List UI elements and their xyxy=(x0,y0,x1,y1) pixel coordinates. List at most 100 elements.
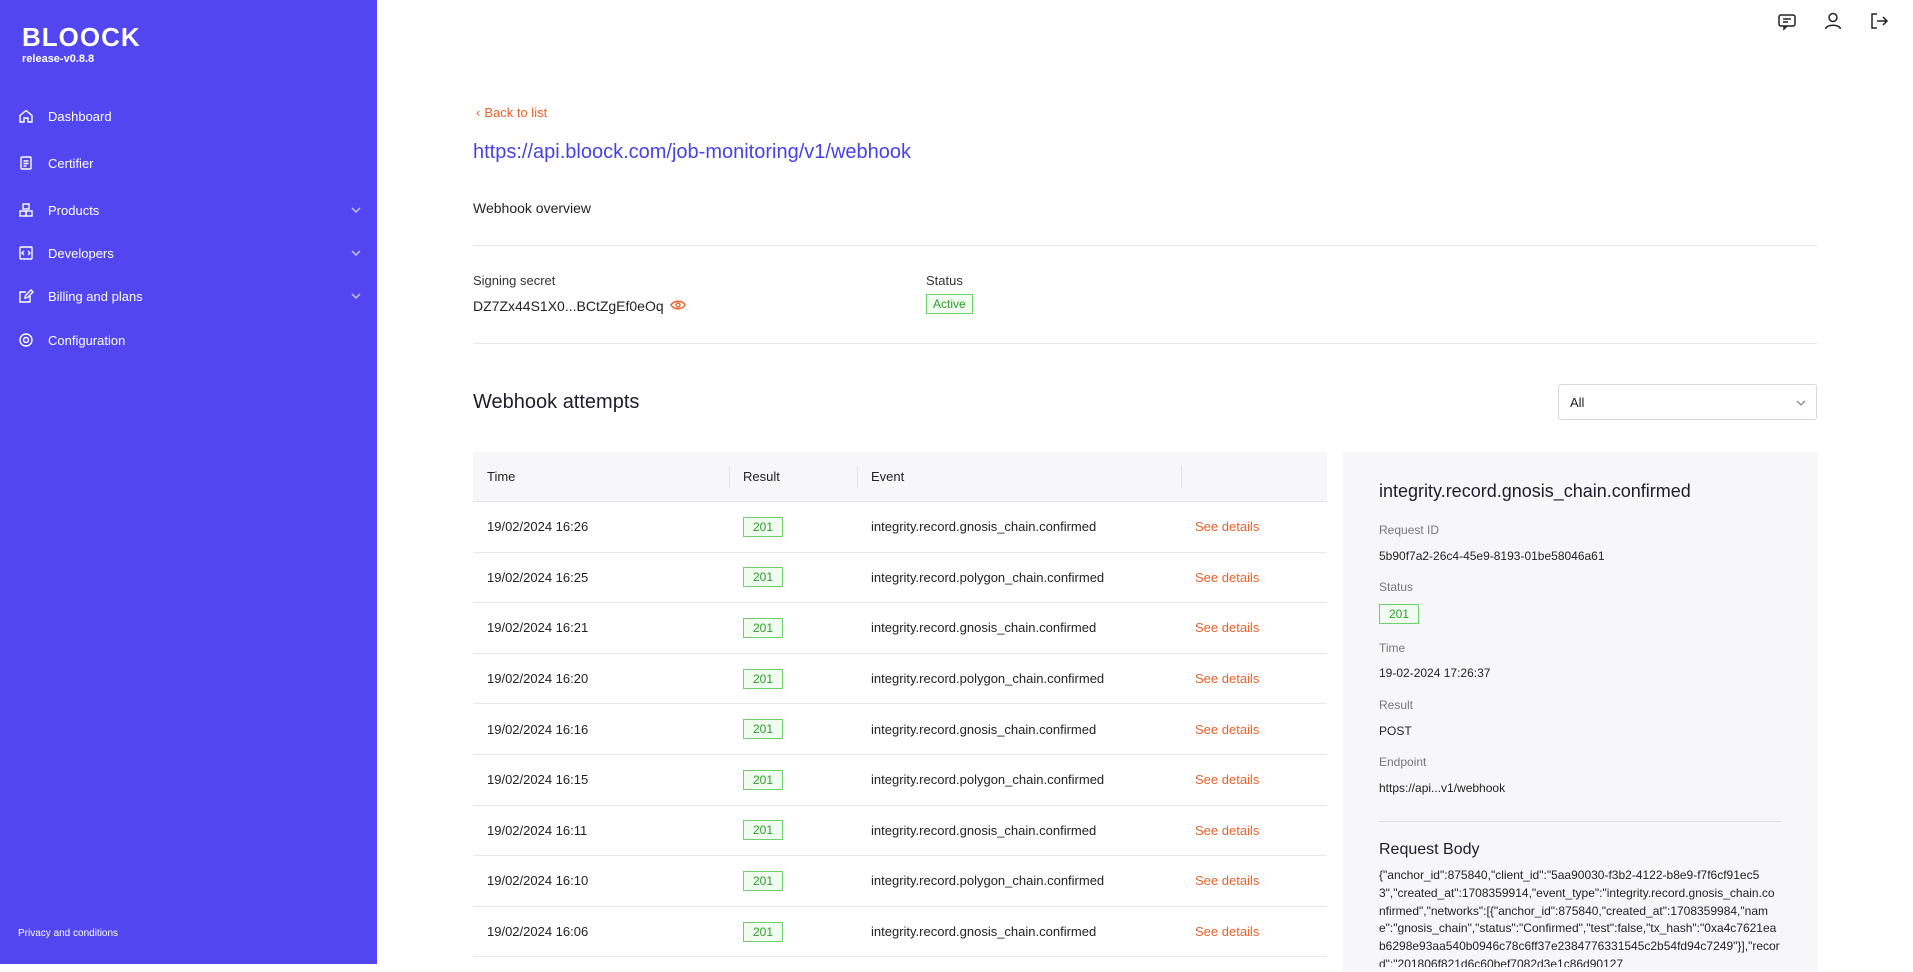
see-details-link[interactable]: See details xyxy=(1195,671,1259,686)
table-row[interactable]: 19/02/2024 16:21 201 integrity.record.gn… xyxy=(473,603,1327,654)
table-row[interactable]: 19/02/2024 16:26 201 integrity.record.gn… xyxy=(473,502,1327,553)
row-event: integrity.record.polygon_chain.confirmed xyxy=(871,671,1105,687)
row-time: 19/02/2024 16:16 xyxy=(487,721,589,737)
details-status-label: Status xyxy=(1379,580,1414,594)
document-icon xyxy=(18,155,34,171)
header-time: Time xyxy=(487,469,516,484)
table-row[interactable]: 19/02/2024 16:15 201 integrity.record.po… xyxy=(473,755,1327,806)
sidebar-item-label: Certifier xyxy=(48,155,94,171)
signing-secret-value: DZ7Zx44S1X0...BCtZgEf0eOq xyxy=(473,298,664,314)
sidebar-item-label: Configuration xyxy=(48,332,126,348)
row-time: 19/02/2024 16:20 xyxy=(487,671,589,687)
back-to-list-link[interactable]: ‹ Back to list xyxy=(476,105,547,120)
row-time: 19/02/2024 16:25 xyxy=(487,569,589,585)
sidebar-item-label: Dashboard xyxy=(48,108,112,124)
back-to-list-label: Back to list xyxy=(484,105,548,120)
row-result-badge: 201 xyxy=(743,921,784,942)
see-details-link[interactable]: See details xyxy=(1195,772,1259,787)
sidebar-item-products[interactable]: Products xyxy=(18,194,362,226)
sidebar-item-label: Developers xyxy=(48,245,114,261)
see-details-link[interactable]: See details xyxy=(1195,873,1259,888)
chevron-down-icon xyxy=(350,204,362,216)
header-event: Event xyxy=(871,469,905,484)
details-title: integrity.record.gnosis_chain.confirmed xyxy=(1379,481,1691,501)
cubes-icon xyxy=(18,202,34,218)
request-id-label: Request ID xyxy=(1379,523,1440,537)
see-details-link[interactable]: See details xyxy=(1195,924,1259,939)
chat-icon[interactable] xyxy=(1776,10,1798,32)
details-time-label: Time xyxy=(1379,641,1406,655)
row-result-badge: 201 xyxy=(743,820,784,841)
app-logo: BLOOCK xyxy=(22,22,141,52)
row-time: 19/02/2024 16:21 xyxy=(487,620,589,636)
row-result-badge: 201 xyxy=(743,870,784,891)
row-event: integrity.record.polygon_chain.confirmed xyxy=(871,569,1105,585)
see-details-link[interactable]: See details xyxy=(1195,620,1259,635)
row-time: 19/02/2024 16:11 xyxy=(487,822,588,838)
row-time: 19/02/2024 16:06 xyxy=(487,924,589,940)
sidebar-item-dashboard[interactable]: Dashboard xyxy=(18,100,362,132)
column-separator xyxy=(857,466,858,488)
table-row[interactable]: 19/02/2024 16:25 201 integrity.record.po… xyxy=(473,553,1327,604)
user-icon[interactable] xyxy=(1822,10,1844,32)
table-row[interactable]: 19/02/2024 16:06 201 integrity.record.gn… xyxy=(473,907,1327,958)
code-icon xyxy=(18,245,34,261)
logout-icon[interactable] xyxy=(1868,10,1890,32)
chevron-down-icon xyxy=(350,290,362,302)
request-id-value: 5b90f7a2-26c4-45e9-8193-01be58046a61 xyxy=(1379,549,1605,563)
home-icon xyxy=(18,108,34,124)
privacy-link[interactable]: Privacy and conditions xyxy=(18,928,118,939)
row-result-badge: 201 xyxy=(743,617,784,638)
details-status-badge: 201 xyxy=(1379,604,1420,624)
sidebar-item-billing[interactable]: Billing and plans xyxy=(18,280,362,312)
sidebar-item-developers[interactable]: Developers xyxy=(18,237,362,269)
status-label: Status xyxy=(926,273,963,288)
row-event: integrity.record.polygon_chain.confirmed xyxy=(871,772,1105,788)
app-version: release-v0.8.8 xyxy=(22,53,95,65)
eye-icon[interactable] xyxy=(669,298,686,314)
row-event: integrity.record.gnosis_chain.confirmed xyxy=(871,620,1097,636)
row-result-badge: 201 xyxy=(743,719,784,740)
details-time-value: 19-02-2024 17:26:37 xyxy=(1379,666,1491,680)
row-event: integrity.record.gnosis_chain.confirmed xyxy=(871,519,1097,535)
table-row[interactable]: 19/02/2024 16:20 201 integrity.record.po… xyxy=(473,654,1327,705)
see-details-link[interactable]: See details xyxy=(1195,823,1259,838)
row-time: 19/02/2024 16:15 xyxy=(487,772,589,788)
sidebar-item-configuration[interactable]: Configuration xyxy=(18,324,362,356)
column-separator xyxy=(729,466,730,488)
see-details-link[interactable]: See details xyxy=(1195,519,1259,534)
signing-secret-label: Signing secret xyxy=(473,273,556,288)
attempt-details-panel: integrity.record.gnosis_chain.confirmed … xyxy=(1343,452,1818,972)
see-details-link[interactable]: See details xyxy=(1195,722,1259,737)
sidebar-item-certifier[interactable]: Certifier xyxy=(18,147,362,179)
row-time: 19/02/2024 16:26 xyxy=(487,519,589,535)
request-body-content: {"anchor_id":875840,"client_id":"5aa9003… xyxy=(1379,868,1780,967)
row-result-badge: 201 xyxy=(743,668,784,689)
row-event: integrity.record.gnosis_chain.confirmed xyxy=(871,924,1097,940)
details-result-label: Result xyxy=(1379,698,1414,712)
gear-icon xyxy=(18,332,34,348)
table-row[interactable]: 19/02/2024 16:10 201 integrity.record.po… xyxy=(473,856,1327,907)
request-body-title: Request Body xyxy=(1379,841,1480,858)
divider xyxy=(473,343,1817,344)
see-details-link[interactable]: See details xyxy=(1195,570,1259,585)
filter-select[interactable]: All xyxy=(1558,384,1817,420)
row-result-badge: 201 xyxy=(743,567,784,588)
signing-secret: DZ7Zx44S1X0...BCtZgEf0eOq xyxy=(473,298,686,314)
page-title: https://api.bloock.com/job-monitoring/v1… xyxy=(473,141,912,163)
edit-icon xyxy=(18,288,34,304)
attempts-table: Time Result Event 19/02/2024 16:26 201 i… xyxy=(473,452,1327,958)
row-event: integrity.record.gnosis_chain.confirmed xyxy=(871,822,1097,838)
chevron-down-icon xyxy=(350,247,362,259)
sidebar: BLOOCK release-v0.8.8 Dashboard Certifie… xyxy=(0,0,377,964)
divider xyxy=(473,245,1817,246)
divider xyxy=(1379,821,1781,822)
details-result-value: POST xyxy=(1379,724,1412,738)
table-row[interactable]: 19/02/2024 16:16 201 integrity.record.gn… xyxy=(473,704,1327,755)
header-result: Result xyxy=(743,469,780,484)
filter-select-value: All xyxy=(1570,394,1585,410)
table-row[interactable]: 19/02/2024 16:11 201 integrity.record.gn… xyxy=(473,806,1327,857)
row-time: 19/02/2024 16:10 xyxy=(487,873,589,889)
sidebar-item-label: Products xyxy=(48,202,100,218)
row-event: integrity.record.gnosis_chain.confirmed xyxy=(871,721,1097,737)
